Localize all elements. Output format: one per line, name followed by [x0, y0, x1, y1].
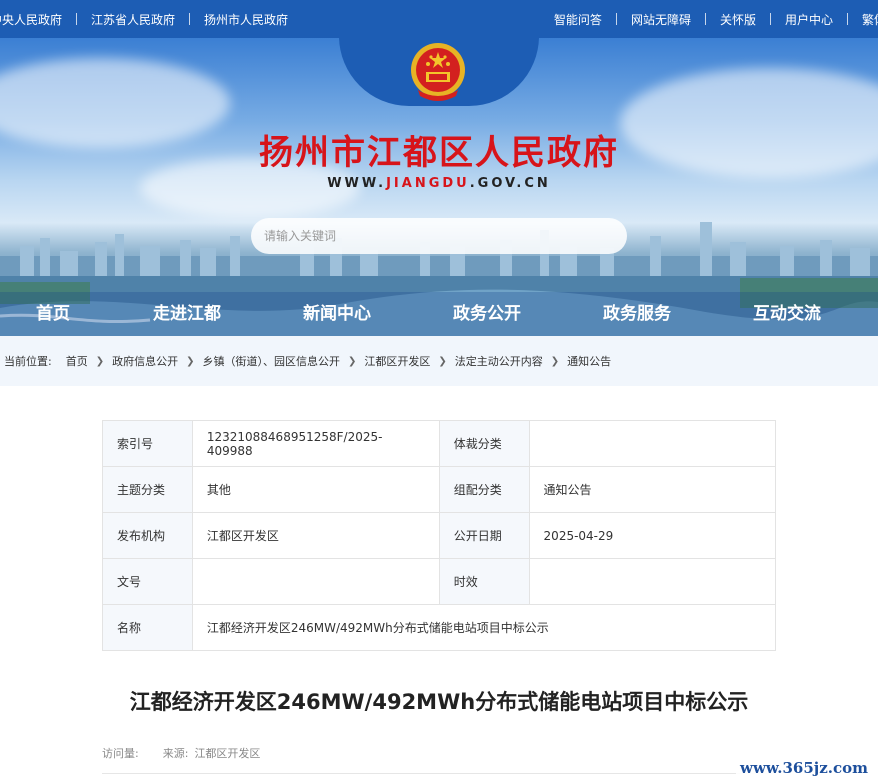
publish-date-label: 公开日期 — [438, 512, 530, 559]
index-number-value: 12321088468951258F/2025-409988 — [191, 420, 440, 467]
document-number-value — [191, 558, 440, 605]
link-central-government[interactable]: 中央人民政府 — [0, 11, 62, 28]
top-bar: 中央人民政府 江苏省人民政府 扬州市人民政府 智能问答 网站无障碍 关怀版 用户… — [0, 0, 878, 38]
separator — [769, 13, 771, 25]
breadcrumb-label: 当前位置: — [4, 355, 52, 368]
topic-value: 其他 — [191, 466, 440, 513]
genre-value — [528, 420, 777, 467]
table-row: 索引号 12321088468951258F/2025-409988 体裁分类 — [102, 420, 777, 467]
top-bar-right-links: 智能问答 网站无障碍 关怀版 用户中心 繁体 — [554, 0, 878, 38]
document-name-value: 江都经济开发区246MW/492MWh分布式储能电站项目中标公示 — [191, 604, 777, 651]
nav-item-government-affairs[interactable]: 政务公开 — [442, 292, 532, 336]
article-meta: 访问量: 来源: 江都区开发区 — [102, 745, 266, 761]
breadcrumb-item[interactable]: 江都区开发区 — [364, 353, 430, 369]
nav-item-government-services[interactable]: 政务服务 — [592, 292, 682, 336]
source-label: 来源: — [162, 747, 189, 760]
search-input[interactable] — [264, 229, 564, 243]
nav-item-interaction[interactable]: 互动交流 — [742, 292, 832, 336]
link-care-mode[interactable]: 关怀版 — [720, 11, 756, 28]
watermark: www.365jz.com — [736, 759, 872, 777]
validity-label: 时效 — [438, 558, 530, 605]
site-url-prefix: WWW. — [327, 176, 387, 191]
separator — [189, 13, 191, 25]
link-jiangsu-government[interactable]: 江苏省人民政府 — [91, 11, 175, 28]
separator — [615, 13, 617, 25]
publisher-value: 江都区开发区 — [191, 512, 440, 559]
validity-value — [528, 558, 777, 605]
index-number-label: 索引号 — [102, 420, 193, 467]
chevron-right-icon: ❯ — [186, 355, 195, 367]
nav-item-about-jiangdu[interactable]: 走进江都 — [142, 292, 232, 336]
group-value: 通知公告 — [528, 466, 777, 513]
national-emblem-icon — [411, 43, 465, 101]
separator — [76, 13, 78, 25]
main-nav: 首页 走进江都 新闻中心 政务公开 政务服务 互动交流 — [0, 292, 878, 336]
article-title: 江都经济开发区246MW/492MWh分布式储能电站项目中标公示 — [129, 690, 749, 714]
top-bar-left-links: 中央人民政府 江苏省人民政府 扬州市人民政府 — [0, 0, 288, 38]
views-label: 访问量: — [102, 747, 139, 760]
link-traditional-chinese[interactable]: 繁体 — [862, 11, 878, 28]
site-url-highlight: JIANGDU — [386, 176, 470, 191]
link-smart-qa[interactable]: 智能问答 — [554, 11, 602, 28]
separator — [846, 13, 848, 25]
table-row: 名称 江都经济开发区246MW/492MWh分布式储能电站项目中标公示 — [102, 604, 777, 651]
chevron-right-icon: ❯ — [550, 355, 560, 367]
publish-date-value: 2025-04-29 — [528, 512, 777, 559]
link-yangzhou-government[interactable]: 扬州市人民政府 — [204, 11, 288, 28]
divider — [102, 773, 776, 774]
document-name-label: 名称 — [102, 604, 193, 651]
site-url: WWW.JIANGDU.GOV.CN — [0, 176, 878, 191]
breadcrumb: 当前位置: 首页 ❯ 政府信息公开 ❯ 乡镇（街道）、园区信息公开 ❯ 江都区开… — [0, 336, 878, 386]
link-accessibility[interactable]: 网站无障碍 — [631, 11, 691, 28]
genre-label: 体裁分类 — [438, 420, 530, 467]
link-user-center[interactable]: 用户中心 — [785, 11, 833, 28]
breadcrumb-item[interactable]: 通知公告 — [567, 353, 611, 369]
nav-item-home[interactable]: 首页 — [18, 292, 88, 336]
group-label: 组配分类 — [438, 466, 530, 513]
chevron-right-icon: ❯ — [95, 355, 105, 367]
nav-item-news-center[interactable]: 新闻中心 — [292, 292, 382, 336]
separator — [704, 13, 706, 25]
table-row: 主题分类 其他 组配分类 通知公告 — [102, 466, 777, 513]
chevron-right-icon: ❯ — [438, 355, 447, 367]
breadcrumb-item[interactable]: 法定主动公开内容 — [455, 353, 543, 369]
publisher-label: 发布机构 — [102, 512, 193, 559]
breadcrumb-item[interactable]: 政府信息公开 — [112, 353, 178, 369]
document-number-label: 文号 — [102, 558, 193, 605]
document-info-table: 索引号 12321088468951258F/2025-409988 体裁分类 … — [102, 420, 777, 651]
site-title: 扬州市江都区人民政府 — [259, 133, 619, 173]
chevron-right-icon: ❯ — [348, 355, 357, 367]
breadcrumb-item[interactable]: 乡镇（街道）、园区信息公开 — [203, 353, 341, 369]
topic-label: 主题分类 — [102, 466, 193, 513]
breadcrumb-item[interactable]: 首页 — [66, 353, 88, 369]
site-url-suffix: .GOV.CN — [469, 176, 551, 191]
source-value: 江都区开发区 — [194, 747, 261, 760]
table-row: 文号 时效 — [102, 558, 777, 605]
search-box — [251, 218, 627, 254]
table-row: 发布机构 江都区开发区 公开日期 2025-04-29 — [102, 512, 777, 559]
